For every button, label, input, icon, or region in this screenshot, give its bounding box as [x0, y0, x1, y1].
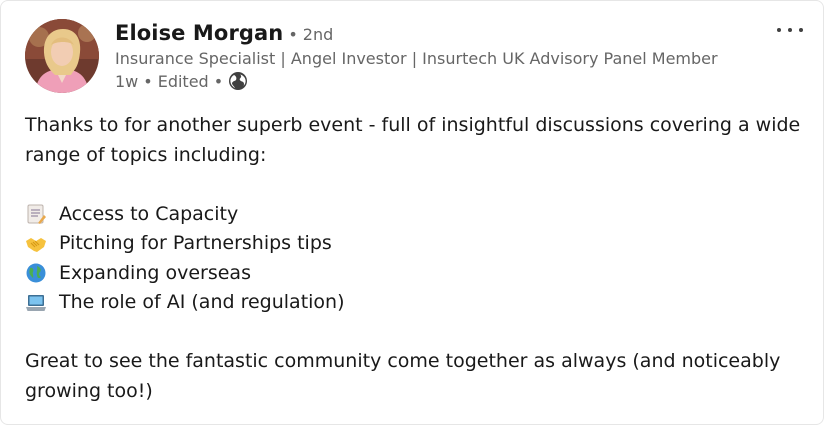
edited-label: Edited	[157, 71, 209, 91]
author-avatar[interactable]	[25, 19, 99, 93]
list-item: The role of AI (and regulation)	[25, 288, 805, 318]
author-headline: Insurance Specialist | Angel Investor | …	[115, 49, 718, 68]
post-card: Eloise Morgan • 2nd Insurance Specialist…	[0, 0, 824, 425]
list-item: Expanding overseas	[25, 259, 805, 289]
globe-icon[interactable]	[228, 71, 248, 91]
author-name-line: Eloise Morgan • 2nd	[115, 21, 718, 51]
list-item: Pitching for Partnerships tips	[25, 229, 805, 259]
list-item-label: Expanding overseas	[59, 261, 251, 284]
globe-emoji-icon	[25, 262, 47, 284]
post-body: Thanks to for another superb event - ful…	[25, 111, 805, 406]
laptop-emoji-icon	[25, 292, 47, 314]
list-item-label: Pitching for Partnerships tips	[59, 232, 332, 254]
post-header: Eloise Morgan • 2nd Insurance Specialist…	[25, 19, 718, 93]
author-name[interactable]: Eloise Morgan	[115, 21, 283, 45]
handshake-emoji-icon	[25, 233, 47, 255]
edited-separator: •	[213, 71, 224, 91]
post-time[interactable]: 1w	[115, 72, 138, 91]
memo-emoji-icon	[25, 203, 47, 225]
time-separator: •	[143, 71, 153, 91]
list-item-label: The role of AI (and regulation)	[59, 291, 345, 313]
outro-line-2: growing too!)	[25, 379, 153, 402]
more-horizontal-icon[interactable]	[777, 19, 803, 41]
intro-line-1: Thanks to for another superb event - ful…	[25, 114, 801, 136]
list-item-label: Access to Capacity	[59, 202, 239, 225]
post-timestamp-line: 1w • Edited •	[115, 71, 718, 91]
outro-line-1: Great to see the fantastic community com…	[25, 350, 781, 372]
connection-degree: 2nd	[302, 25, 334, 44]
intro-line-2: range of topics including:	[25, 143, 267, 166]
list-item: Access to Capacity	[25, 200, 805, 230]
degree-separator: •	[288, 25, 298, 44]
author-meta: Eloise Morgan • 2nd Insurance Specialist…	[115, 21, 718, 93]
